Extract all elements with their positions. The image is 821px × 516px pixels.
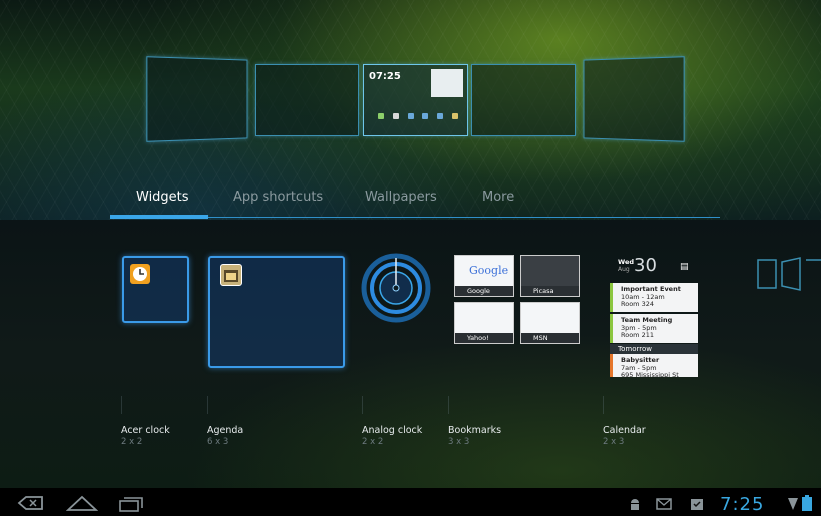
tab-more[interactable]: More bbox=[482, 190, 514, 205]
widget-preview-acer-clock[interactable] bbox=[122, 256, 189, 323]
status-clock[interactable]: 7:25 bbox=[720, 494, 764, 515]
calendar-icon bbox=[220, 264, 242, 286]
screen: 07:25 Widgets App shortcuts Wallpapers M… bbox=[0, 0, 821, 516]
widget-size-bookmarks: 3 x 3 bbox=[448, 437, 469, 447]
calendar-event-3: Babysitter 7am - 5pm 695 Mississippi St bbox=[610, 354, 698, 377]
home-page-thumbnail-current[interactable]: 07:25 bbox=[363, 64, 468, 136]
divider bbox=[362, 396, 363, 414]
widget-size-acer-clock: 2 x 2 bbox=[121, 437, 142, 447]
widget-size-analog-clock: 2 x 2 bbox=[362, 437, 383, 447]
next-widget-preview-partial[interactable] bbox=[756, 256, 821, 292]
email-notification-icon[interactable] bbox=[656, 498, 672, 510]
home-page-thumbnail-2[interactable] bbox=[255, 64, 359, 136]
home-icon[interactable] bbox=[66, 494, 98, 512]
calendar-header: Wed Aug 30 ▤ bbox=[610, 255, 698, 283]
widget-name-calendar: Calendar bbox=[603, 425, 646, 436]
widget-preview-calendar[interactable]: Wed Aug 30 ▤ Important Event 10am - 12am… bbox=[610, 255, 698, 377]
recent-apps-icon[interactable] bbox=[118, 495, 144, 513]
widget-name-acer-clock: Acer clock bbox=[121, 425, 170, 436]
calendar-event-1: Important Event 10am - 12am Room 324 bbox=[610, 283, 698, 312]
tab-wallpapers[interactable]: Wallpapers bbox=[365, 190, 437, 205]
mini-widget bbox=[431, 69, 463, 97]
widget-name-agenda: Agenda bbox=[207, 425, 243, 436]
tab-active-indicator bbox=[110, 215, 208, 219]
widget-name-analog-clock: Analog clock bbox=[362, 425, 422, 436]
bookmark-msn: MSN bbox=[520, 302, 580, 344]
widget-preview-bookmarks[interactable]: Google Google Picasa Yahoo! MSN bbox=[454, 255, 580, 357]
bookmark-google: Google Google bbox=[454, 255, 514, 297]
analog-clock-icon[interactable] bbox=[360, 252, 432, 324]
tab-app-shortcuts[interactable]: App shortcuts bbox=[233, 190, 323, 205]
battery-icon[interactable] bbox=[802, 495, 812, 511]
bookmark-yahoo: Yahoo! bbox=[454, 302, 514, 344]
divider bbox=[207, 396, 208, 414]
widget-preview-agenda[interactable] bbox=[208, 256, 345, 368]
back-icon[interactable] bbox=[16, 495, 44, 511]
home-page-thumbnail-4[interactable] bbox=[471, 64, 576, 136]
divider bbox=[603, 396, 604, 414]
widget-size-agenda: 6 x 3 bbox=[207, 437, 228, 447]
tab-widgets[interactable]: Widgets bbox=[136, 190, 189, 205]
calendar-add-icon: ▤ bbox=[680, 262, 689, 272]
mini-clock: 07:25 bbox=[369, 71, 401, 82]
home-page-thumbnail-5[interactable] bbox=[584, 56, 685, 142]
home-page-thumbnail-1[interactable] bbox=[146, 56, 247, 142]
calendar-tomorrow-label: Tomorrow bbox=[610, 344, 698, 354]
calendar-event-2: Team Meeting 3pm - 5pm Room 211 bbox=[610, 314, 698, 343]
android-debug-icon[interactable] bbox=[628, 497, 642, 511]
divider bbox=[448, 396, 449, 414]
divider bbox=[121, 396, 122, 414]
wifi-signal-icon[interactable] bbox=[788, 496, 798, 510]
widget-name-bookmarks: Bookmarks bbox=[448, 425, 501, 436]
widget-size-calendar: 2 x 3 bbox=[603, 437, 624, 447]
acer-clock-icon bbox=[130, 264, 150, 284]
task-notification-icon[interactable] bbox=[690, 497, 704, 511]
mini-app-icons bbox=[378, 113, 458, 121]
bookmark-picasa: Picasa bbox=[520, 255, 580, 297]
